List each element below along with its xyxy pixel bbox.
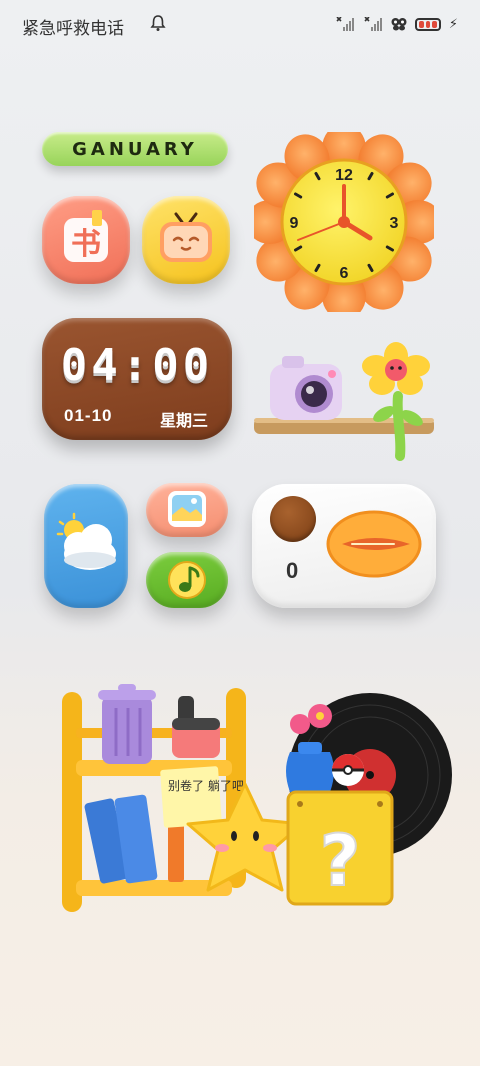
date-display: 01-10 xyxy=(64,406,113,425)
time-widget[interactable]: 04:00 01-10 星期三 xyxy=(42,318,232,440)
gallery-app-icon[interactable] xyxy=(146,483,228,537)
cloud-sun-icon xyxy=(56,512,116,570)
weekday-display: 星期三 xyxy=(159,411,208,430)
counter-widget[interactable]: 0 xyxy=(252,484,436,608)
music-app-icon[interactable] xyxy=(146,552,228,608)
charging-bolt-icon: ⚡ xyxy=(448,16,458,31)
flower-decoration xyxy=(362,342,430,461)
paint-brush-decoration xyxy=(172,696,220,758)
emergency-call-text[interactable]: 紧急呼救电话 xyxy=(22,14,124,39)
sticky-note-text: 别卷了 躺了吧 xyxy=(168,778,244,793)
flower-clock-face: 12 3 6 9 xyxy=(246,124,442,320)
signal-off-icon xyxy=(364,17,382,31)
decor-scene: 别卷了 躺了吧 ? xyxy=(50,680,460,920)
book-app-icon[interactable]: 书 xyxy=(42,196,130,284)
clock-widget[interactable]: 12 3 6 9 xyxy=(246,124,442,320)
question-block-decoration: ? xyxy=(286,790,394,906)
weather-widget[interactable] xyxy=(44,484,128,608)
brown-dot-button[interactable] xyxy=(270,496,316,542)
trash-can-decoration xyxy=(98,684,156,764)
svg-text:书: 书 xyxy=(71,227,101,262)
clock-number-3: 3 xyxy=(390,215,399,232)
hotdog-icon xyxy=(326,510,422,578)
svg-text:?: ? xyxy=(320,820,361,902)
month-widget[interactable]: GANUARY xyxy=(42,132,228,166)
time-display: 04:00 xyxy=(60,340,214,391)
shelf-decoration xyxy=(252,336,438,466)
battery-icon xyxy=(414,17,441,31)
music-note-icon xyxy=(168,561,206,599)
book-glyph-icon: 书 xyxy=(64,210,108,262)
sticky-note xyxy=(160,766,222,828)
tv-app-icon[interactable] xyxy=(142,196,230,284)
clock-number-12: 12 xyxy=(335,167,353,184)
picture-icon xyxy=(168,491,206,527)
bell-icon xyxy=(150,15,166,31)
status-right-group: ⚡ xyxy=(335,16,458,32)
status-bar: 紧急呼救电话 ⚡ xyxy=(0,0,480,48)
tv-glyph-icon xyxy=(160,212,212,262)
camera-app-icon[interactable] xyxy=(270,356,342,420)
butterfly-icon xyxy=(391,18,407,31)
count-display: 0 xyxy=(286,558,299,583)
signal-off-icon xyxy=(336,17,354,31)
pokeball-decoration xyxy=(332,754,364,786)
clock-number-6: 6 xyxy=(340,265,349,282)
clock-number-9: 9 xyxy=(290,215,299,232)
